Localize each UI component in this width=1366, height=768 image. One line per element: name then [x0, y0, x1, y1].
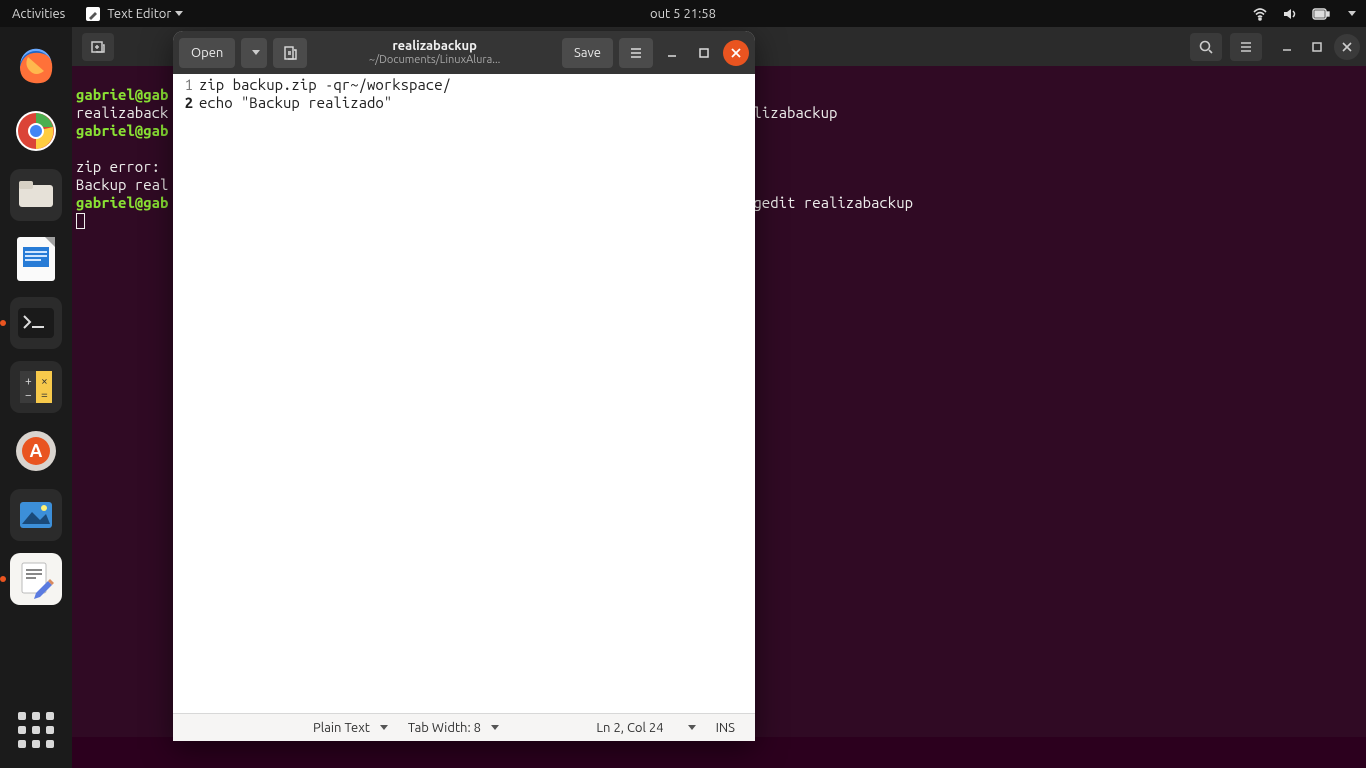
hamburger-icon — [628, 45, 644, 61]
svg-text:×: × — [41, 375, 48, 388]
dock-software-updater[interactable]: A — [10, 425, 62, 477]
gedit-title: realizabackup ~/Documents/LinuxAlura... — [313, 39, 556, 67]
dock-libreoffice-writer[interactable] — [10, 233, 62, 285]
volume-icon — [1282, 6, 1298, 22]
maximize-button[interactable] — [691, 40, 717, 66]
insert-mode[interactable]: INS — [706, 721, 745, 735]
open-button[interactable]: Open — [179, 38, 235, 68]
chevron-down-icon — [380, 725, 388, 730]
line-number-gutter: 1 2 — [173, 74, 199, 713]
close-button[interactable] — [1334, 34, 1360, 60]
line-menu[interactable] — [674, 725, 706, 730]
filename-label: realizabackup — [313, 39, 556, 54]
chevron-down-icon — [491, 725, 499, 730]
syntax-selector[interactable]: Plain Text — [303, 721, 398, 735]
dock-files[interactable] — [10, 169, 62, 221]
minimize-button[interactable] — [659, 40, 685, 66]
close-button[interactable] — [723, 40, 749, 66]
dock-gedit[interactable] — [10, 553, 62, 605]
editor-text[interactable]: zip backup.zip -qr~/workspace/echo "Back… — [199, 74, 451, 713]
text-editor-icon — [85, 6, 101, 22]
hamburger-menu-button[interactable] — [619, 38, 653, 68]
new-tab-button[interactable] — [82, 33, 114, 61]
gedit-headerbar: Open realizabackup ~/Documents/LinuxAlur… — [173, 31, 755, 74]
svg-text:+: + — [25, 375, 32, 388]
battery-icon — [1312, 7, 1330, 21]
hamburger-menu-button[interactable] — [1230, 33, 1262, 61]
save-button[interactable]: Save — [562, 38, 613, 68]
close-icon — [1341, 41, 1353, 53]
gedit-window: Open realizabackup ~/Documents/LinuxAlur… — [173, 31, 755, 741]
chevron-down-icon — [175, 11, 183, 16]
terminal-cursor — [76, 213, 85, 229]
dock: +−×= A — [0, 27, 72, 768]
app-menu[interactable]: Text Editor — [77, 6, 191, 22]
dock-terminal[interactable] — [10, 297, 62, 349]
cursor-position: Ln 2, Col 24 — [586, 721, 673, 735]
maximize-button[interactable] — [1304, 34, 1330, 60]
svg-text:=: = — [41, 389, 48, 402]
system-status-area[interactable] — [1252, 6, 1366, 22]
tab-width-selector[interactable]: Tab Width: 8 — [398, 721, 509, 735]
chevron-down-icon — [688, 725, 696, 730]
svg-text:A: A — [30, 441, 43, 461]
dock-calculator[interactable]: +−×= — [10, 361, 62, 413]
search-button[interactable] — [1190, 33, 1222, 61]
dock-chrome[interactable] — [10, 105, 62, 157]
close-icon — [730, 47, 742, 59]
clock[interactable]: out 5 21:58 — [650, 7, 716, 21]
chevron-down-icon — [252, 50, 260, 55]
minimize-button[interactable] — [1274, 34, 1300, 60]
gnome-top-bar: Activities Text Editor out 5 21:58 — [0, 0, 1366, 27]
new-document-button[interactable] — [273, 38, 307, 68]
wifi-icon — [1252, 6, 1268, 22]
search-icon — [1198, 39, 1214, 55]
status-bar: Plain Text Tab Width: 8 Ln 2, Col 24 INS — [173, 713, 755, 741]
hamburger-icon — [1238, 39, 1254, 55]
chevron-down-icon — [1348, 11, 1356, 16]
svg-text:−: − — [25, 389, 32, 402]
dock-shotwell[interactable] — [10, 489, 62, 541]
open-recent-button[interactable] — [241, 38, 267, 68]
dock-firefox[interactable] — [10, 41, 62, 93]
show-applications-button[interactable] — [18, 712, 54, 748]
activities-button[interactable]: Activities — [0, 7, 77, 21]
editor-area[interactable]: 1 2 zip backup.zip -qr~/workspace/echo "… — [173, 74, 755, 713]
app-menu-label: Text Editor — [107, 7, 171, 21]
filepath-label: ~/Documents/LinuxAlura... — [313, 54, 556, 67]
new-doc-icon — [282, 45, 298, 61]
